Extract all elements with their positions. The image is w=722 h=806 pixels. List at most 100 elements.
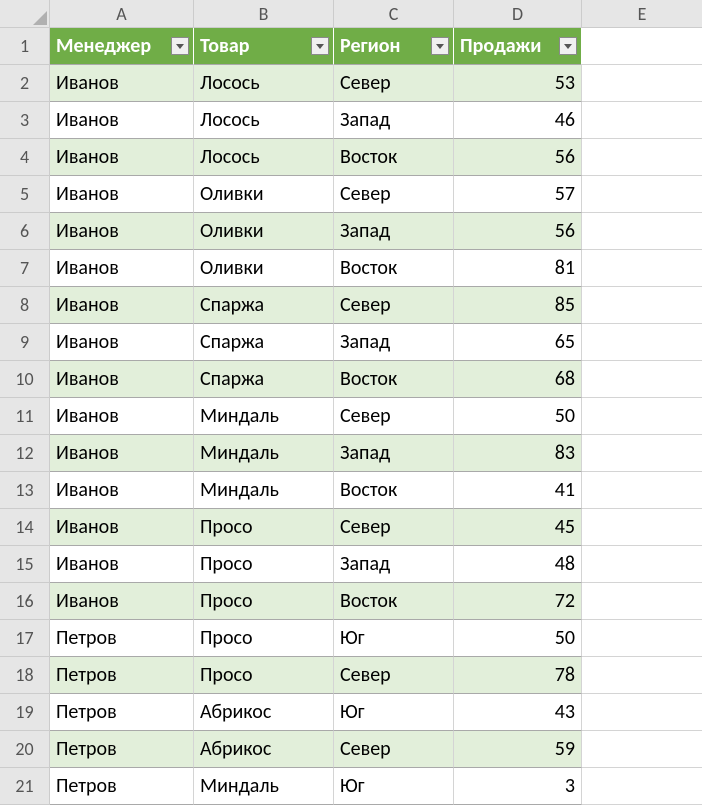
cell-E3[interactable] [582,102,702,139]
cell-manager[interactable]: Петров [50,657,194,694]
cell-manager[interactable]: Петров [50,694,194,731]
table-header-manager[interactable]: Менеджер [50,28,194,65]
cell-region[interactable]: Север [334,731,454,768]
cell-E7[interactable] [582,250,702,287]
row-header-5[interactable]: 5 [0,176,50,213]
cell-region[interactable]: Восток [334,139,454,176]
cell-sales[interactable]: 46 [454,102,582,139]
cell-region[interactable]: Юг [334,768,454,805]
cell-product[interactable]: Оливки [194,250,334,287]
cell-E17[interactable] [582,620,702,657]
cell-E12[interactable] [582,435,702,472]
column-header-B[interactable]: B [194,0,334,28]
cell-sales[interactable]: 43 [454,694,582,731]
cell-sales[interactable]: 72 [454,583,582,620]
row-header-15[interactable]: 15 [0,546,50,583]
cell-region[interactable]: Восток [334,361,454,398]
table-header-product[interactable]: Товар [194,28,334,65]
cell-sales[interactable]: 3 [454,768,582,805]
cell-region[interactable]: Восток [334,472,454,509]
cell-product[interactable]: Спаржа [194,324,334,361]
cell-E11[interactable] [582,398,702,435]
cell-E13[interactable] [582,472,702,509]
row-header-7[interactable]: 7 [0,250,50,287]
row-header-8[interactable]: 8 [0,287,50,324]
cell-product[interactable]: Лосось [194,139,334,176]
cell-product[interactable]: Оливки [194,176,334,213]
cell-product[interactable]: Миндаль [194,472,334,509]
cell-E15[interactable] [582,546,702,583]
cell-manager[interactable]: Иванов [50,176,194,213]
cell-product[interactable]: Лосось [194,65,334,102]
filter-dropdown-button[interactable] [431,37,449,55]
cell-product[interactable]: Спаржа [194,361,334,398]
cell-region[interactable]: Север [334,65,454,102]
cell-region[interactable]: Запад [334,435,454,472]
cell-region[interactable]: Север [334,176,454,213]
cell-region[interactable]: Юг [334,620,454,657]
column-header-D[interactable]: D [454,0,582,28]
cell-region[interactable]: Запад [334,102,454,139]
cell-manager[interactable]: Иванов [50,324,194,361]
cell-E1[interactable] [582,28,702,65]
cell-E4[interactable] [582,139,702,176]
cell-product[interactable]: Миндаль [194,768,334,805]
cell-sales[interactable]: 83 [454,435,582,472]
cell-sales[interactable]: 59 [454,731,582,768]
cell-sales[interactable]: 56 [454,139,582,176]
cell-E10[interactable] [582,361,702,398]
row-header-19[interactable]: 19 [0,694,50,731]
cell-manager[interactable]: Иванов [50,65,194,102]
cell-E9[interactable] [582,324,702,361]
cell-region[interactable]: Запад [334,546,454,583]
cell-manager[interactable]: Иванов [50,583,194,620]
cell-sales[interactable]: 53 [454,65,582,102]
row-header-12[interactable]: 12 [0,435,50,472]
cell-product[interactable]: Оливки [194,213,334,250]
filter-dropdown-button[interactable] [559,37,577,55]
cell-product[interactable]: Просо [194,620,334,657]
cell-manager[interactable]: Иванов [50,250,194,287]
cell-sales[interactable]: 78 [454,657,582,694]
cell-region[interactable]: Север [334,657,454,694]
cell-product[interactable]: Просо [194,657,334,694]
cell-sales[interactable]: 65 [454,324,582,361]
row-header-9[interactable]: 9 [0,324,50,361]
cell-E6[interactable] [582,213,702,250]
cell-E5[interactable] [582,176,702,213]
cell-manager[interactable]: Иванов [50,287,194,324]
cell-product[interactable]: Спаржа [194,287,334,324]
row-header-13[interactable]: 13 [0,472,50,509]
column-header-A[interactable]: A [50,0,194,28]
row-header-10[interactable]: 10 [0,361,50,398]
column-header-C[interactable]: C [334,0,454,28]
cell-product[interactable]: Лосось [194,102,334,139]
cell-E21[interactable] [582,768,702,805]
cell-sales[interactable]: 41 [454,472,582,509]
cell-region[interactable]: Север [334,509,454,546]
cell-sales[interactable]: 56 [454,213,582,250]
cell-manager[interactable]: Иванов [50,213,194,250]
filter-dropdown-button[interactable] [171,37,189,55]
cell-product[interactable]: Миндаль [194,398,334,435]
cell-manager[interactable]: Петров [50,620,194,657]
row-header-4[interactable]: 4 [0,139,50,176]
cell-manager[interactable]: Иванов [50,102,194,139]
cell-product[interactable]: Абрикос [194,694,334,731]
cell-sales[interactable]: 81 [454,250,582,287]
cell-E8[interactable] [582,287,702,324]
cell-E16[interactable] [582,583,702,620]
cell-manager[interactable]: Иванов [50,509,194,546]
cell-manager[interactable]: Иванов [50,361,194,398]
cell-sales[interactable]: 85 [454,287,582,324]
cell-manager[interactable]: Иванов [50,398,194,435]
cell-product[interactable]: Просо [194,546,334,583]
row-header-1[interactable]: 1 [0,28,50,65]
cell-sales[interactable]: 48 [454,546,582,583]
select-all-corner[interactable] [0,0,50,28]
row-header-14[interactable]: 14 [0,509,50,546]
row-header-6[interactable]: 6 [0,213,50,250]
row-header-16[interactable]: 16 [0,583,50,620]
row-header-17[interactable]: 17 [0,620,50,657]
cell-E14[interactable] [582,509,702,546]
